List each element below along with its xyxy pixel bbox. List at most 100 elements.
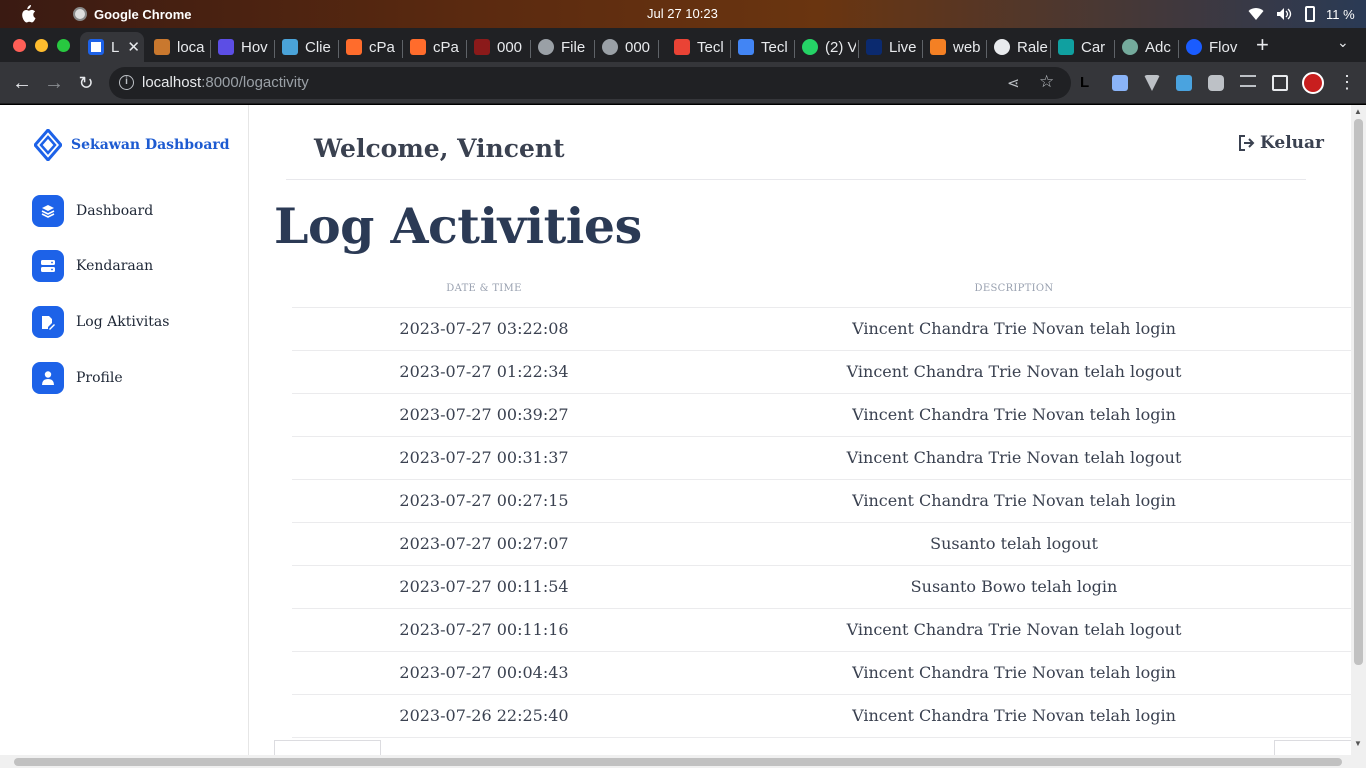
address-bar[interactable]: i localhost:8000/logactivity ⋖ ☆ bbox=[109, 67, 1071, 99]
cell-description: Vincent Chandra Trie Novan telah login bbox=[676, 479, 1352, 523]
wifi-icon[interactable] bbox=[1248, 7, 1264, 21]
sidebar-item-kendaraan[interactable]: Kendaraan bbox=[32, 250, 153, 282]
new-tab-button[interactable]: + bbox=[1256, 32, 1269, 58]
tab[interactable]: File bbox=[530, 32, 592, 62]
table-row: 2023-07-27 00:11:16 Vincent Chandra Trie … bbox=[292, 608, 1352, 652]
tab-label: File bbox=[561, 38, 586, 56]
github-favicon-icon bbox=[994, 39, 1010, 55]
back-button[interactable]: ← bbox=[10, 71, 34, 95]
tab[interactable]: Flov bbox=[1178, 32, 1240, 62]
clock[interactable]: Jul 27 10:23 bbox=[647, 6, 718, 21]
tab-label: L bbox=[111, 38, 120, 56]
reload-button[interactable]: ↻ bbox=[74, 71, 98, 95]
sidebar-item-label: Profile bbox=[76, 370, 123, 386]
page-viewport: Sekawan Dashboard Dashboard Kendaraan Lo… bbox=[0, 105, 1366, 768]
tab[interactable]: 000 bbox=[594, 32, 656, 62]
tab-label: Live bbox=[889, 38, 917, 56]
sekawan-favicon-icon bbox=[88, 39, 104, 55]
tab[interactable]: 000 bbox=[466, 32, 528, 62]
tab[interactable]: Tecl bbox=[730, 32, 792, 62]
os-top-bar: Google Chrome Jul 27 10:23 11 % bbox=[0, 0, 1366, 28]
ext-docs-icon[interactable] bbox=[1112, 75, 1128, 91]
sidebar-item-dashboard[interactable]: Dashboard bbox=[32, 195, 153, 227]
car-favicon-icon bbox=[1058, 39, 1074, 55]
site-info-icon[interactable]: i bbox=[119, 75, 134, 90]
webhost-favicon-icon bbox=[474, 39, 490, 55]
cell-description: Susanto Bowo telah login bbox=[676, 565, 1352, 609]
tab[interactable]: Car bbox=[1050, 32, 1112, 62]
tab-label: loca bbox=[177, 38, 205, 56]
bookmark-star-icon[interactable]: ☆ bbox=[1039, 72, 1054, 92]
url-text[interactable]: localhost:8000/logactivity bbox=[142, 74, 309, 91]
sidebar-item-profile[interactable]: Profile bbox=[32, 362, 123, 394]
forward-button[interactable]: → bbox=[42, 71, 66, 95]
cell-date-time: 2023-07-27 03:22:08 bbox=[292, 307, 676, 351]
tab-active[interactable]: L ✕ bbox=[80, 32, 144, 62]
active-app-name[interactable]: Google Chrome bbox=[94, 7, 192, 22]
tab-label: Hov bbox=[241, 38, 268, 56]
extensions-puzzle-icon[interactable] bbox=[1208, 75, 1224, 91]
apple-icon[interactable] bbox=[20, 5, 36, 23]
table-row: 2023-07-27 00:39:27 Vincent Chandra Trie … bbox=[292, 393, 1352, 437]
battery-icon[interactable] bbox=[1305, 6, 1315, 22]
globe-favicon-icon bbox=[538, 39, 554, 55]
vertical-scrollbar-thumb[interactable] bbox=[1354, 119, 1363, 665]
table-row: 2023-07-26 22:25:40 Vincent Chandra Trie … bbox=[292, 694, 1352, 738]
tab[interactable]: loca bbox=[146, 32, 208, 62]
profile-avatar[interactable] bbox=[1302, 72, 1324, 94]
tab[interactable]: web bbox=[922, 32, 984, 62]
tab[interactable]: cPa bbox=[402, 32, 464, 62]
table-row: 2023-07-27 00:27:15 Vincent Chandra Trie … bbox=[292, 479, 1352, 523]
table-header-row: DATE & TIME DESCRIPTION bbox=[292, 270, 1352, 308]
vertical-scrollbar[interactable]: ▲ ▼ bbox=[1351, 105, 1366, 755]
column-header-description: DESCRIPTION bbox=[676, 270, 1352, 308]
cell-description: Vincent Chandra Trie Novan telah logout bbox=[676, 350, 1352, 394]
ext-fi-icon[interactable] bbox=[1176, 75, 1192, 91]
tab[interactable]: Hov bbox=[210, 32, 272, 62]
ext-l-icon[interactable]: L bbox=[1080, 74, 1089, 91]
tab[interactable]: Clie bbox=[274, 32, 336, 62]
brand[interactable]: Sekawan Dashboard bbox=[34, 129, 230, 161]
page-title: Log Activities bbox=[274, 197, 642, 255]
tab-label: 000 bbox=[625, 38, 651, 56]
cell-date-time: 2023-07-27 00:04:43 bbox=[292, 651, 676, 695]
scroll-up-arrow-icon[interactable]: ▲ bbox=[1354, 107, 1362, 116]
ext-vue-icon[interactable] bbox=[1144, 75, 1160, 91]
horizontal-scrollbar-thumb[interactable] bbox=[14, 758, 1342, 766]
docs-favicon-icon bbox=[738, 39, 754, 55]
tab-label: Rale bbox=[1017, 38, 1048, 56]
tab[interactable]: (2) V bbox=[794, 32, 856, 62]
sidebar-item-label: Kendaraan bbox=[76, 258, 154, 274]
window-close-button[interactable] bbox=[13, 39, 26, 52]
share-icon[interactable]: ⋖ bbox=[1007, 74, 1020, 92]
tab[interactable]: Tecl bbox=[666, 32, 728, 62]
window-maximize-button[interactable] bbox=[57, 39, 70, 52]
server-icon bbox=[32, 250, 64, 282]
tab[interactable]: Adc bbox=[1114, 32, 1176, 62]
url-host: localhost bbox=[142, 74, 202, 91]
logout-button[interactable]: Keluar bbox=[1238, 133, 1324, 153]
horizontal-scrollbar[interactable] bbox=[0, 755, 1366, 768]
tab-search-chevron-icon[interactable]: ⌄ bbox=[1337, 34, 1349, 51]
cell-date-time: 2023-07-27 00:39:27 bbox=[292, 393, 676, 437]
cell-date-time: 2023-07-27 01:22:34 bbox=[292, 350, 676, 394]
sidebar: Sekawan Dashboard Dashboard Kendaraan Lo… bbox=[0, 105, 249, 768]
tab[interactable]: cPa bbox=[338, 32, 400, 62]
home-favicon-icon bbox=[282, 39, 298, 55]
side-panel-icon[interactable] bbox=[1272, 75, 1288, 91]
browser-menu-icon[interactable]: ⋮ bbox=[1338, 72, 1356, 93]
reading-list-icon[interactable] bbox=[1240, 75, 1256, 87]
table-row: 2023-07-27 00:04:43 Vincent Chandra Trie … bbox=[292, 651, 1352, 695]
window-minimize-button[interactable] bbox=[35, 39, 48, 52]
tab[interactable]: Rale bbox=[986, 32, 1048, 62]
close-tab-icon[interactable]: ✕ bbox=[127, 38, 140, 56]
volume-icon[interactable] bbox=[1276, 7, 1292, 21]
scroll-down-arrow-icon[interactable]: ▼ bbox=[1354, 739, 1362, 748]
user-icon bbox=[32, 362, 64, 394]
flow-favicon-icon bbox=[1186, 39, 1202, 55]
layers-icon bbox=[32, 195, 64, 227]
sidebar-item-log-aktivitas[interactable]: Log Aktivitas bbox=[32, 306, 169, 338]
tab[interactable]: Live bbox=[858, 32, 920, 62]
cell-date-time: 2023-07-27 00:11:54 bbox=[292, 565, 676, 609]
header-divider bbox=[286, 179, 1306, 180]
